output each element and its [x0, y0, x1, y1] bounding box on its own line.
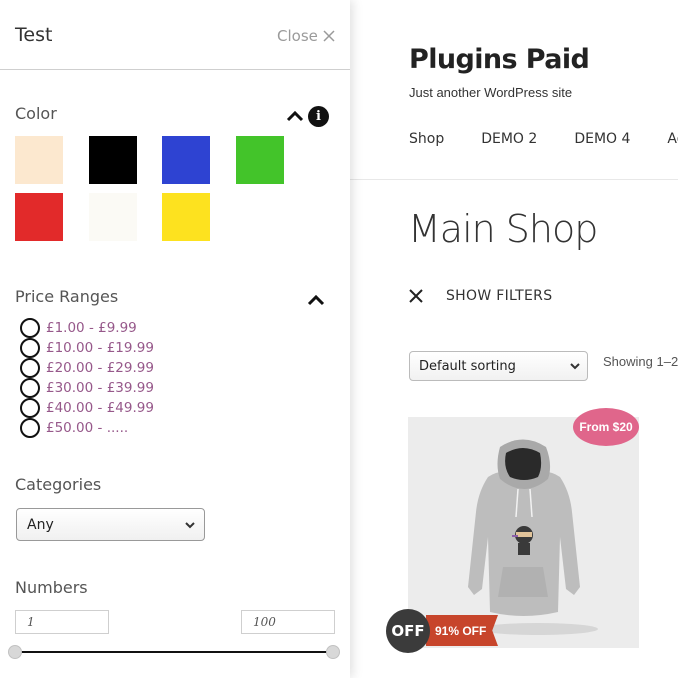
price-range-label[interactable]: £50.00 - ..... [46, 420, 128, 436]
price-range-label[interactable]: £10.00 - £19.99 [46, 340, 154, 356]
nav-item-additional[interactable]: Adic [667, 131, 678, 147]
filter-panel: Test Close Color i Price Ranges £1.00 - … [0, 0, 350, 678]
price-range-option[interactable]: £50.00 - ..... [20, 418, 154, 438]
price-range-label[interactable]: £20.00 - £29.99 [46, 360, 154, 376]
result-count: Showing 1–2 [603, 354, 678, 369]
info-icon[interactable]: i [308, 106, 329, 127]
color-swatch-cream[interactable] [15, 136, 63, 184]
color-swatch-white[interactable] [89, 193, 137, 241]
site-title[interactable]: Plugins Paid [409, 44, 590, 75]
categories-select[interactable]: Any [16, 508, 205, 541]
radio-button[interactable] [20, 398, 40, 418]
panel-header: Test Close [0, 0, 350, 70]
range-slider-min-handle[interactable] [8, 645, 22, 659]
color-swatch-yellow[interactable] [162, 193, 210, 241]
price-badge: From $20 [573, 408, 639, 446]
show-filters-label: SHOW FILTERS [446, 288, 553, 304]
price-range-label[interactable]: £40.00 - £49.99 [46, 400, 154, 416]
radio-button[interactable] [20, 418, 40, 438]
price-range-option[interactable]: £20.00 - £29.99 [20, 358, 154, 378]
numbers-min-input[interactable]: 1 [15, 610, 109, 634]
close-icon [409, 289, 423, 303]
categories-label: Categories [15, 475, 102, 494]
site-tagline: Just another WordPress site [409, 85, 573, 100]
sorting-value: Default sorting [419, 358, 516, 374]
range-slider-track[interactable] [15, 651, 334, 653]
price-range-option[interactable]: £40.00 - £49.99 [20, 398, 154, 418]
radio-button[interactable] [20, 358, 40, 378]
color-label: Color [15, 104, 57, 123]
hoodie-image [468, 439, 598, 635]
numbers-max-input[interactable]: 100 [241, 610, 335, 634]
product-image[interactable] [408, 417, 639, 648]
color-swatch-blue[interactable] [162, 136, 210, 184]
off-badge: OFF [386, 609, 430, 653]
nav-item-demo-4[interactable]: DEMO 4 [574, 131, 630, 147]
header-divider [350, 179, 678, 180]
range-slider-max-handle[interactable] [326, 645, 340, 659]
radio-button[interactable] [20, 318, 40, 338]
numbers-label: Numbers [15, 578, 88, 597]
price-range-option[interactable]: £30.00 - £39.99 [20, 378, 154, 398]
main-nav: Shop DEMO 2 DEMO 4 Adic [409, 131, 678, 147]
close-label: Close [277, 27, 318, 45]
color-swatch-green[interactable] [236, 136, 284, 184]
page-title: Main Shop [408, 207, 598, 251]
chevron-down-icon [185, 522, 195, 529]
price-range-label[interactable]: £30.00 - £39.99 [46, 380, 154, 396]
price-range-option[interactable]: £10.00 - £19.99 [20, 338, 154, 358]
panel-title: Test [15, 24, 53, 46]
discount-ribbon: 91% OFF [426, 615, 498, 646]
show-filters-button[interactable]: SHOW FILTERS [408, 286, 552, 306]
price-range-label[interactable]: £1.00 - £9.99 [46, 320, 137, 336]
categories-value: Any [27, 516, 54, 533]
nav-item-demo-2[interactable]: DEMO 2 [481, 131, 537, 147]
price-ranges-label: Price Ranges [15, 287, 119, 306]
radio-button[interactable] [20, 338, 40, 358]
chevron-up-icon[interactable] [286, 110, 304, 122]
nav-item-shop[interactable]: Shop [409, 131, 444, 147]
close-button[interactable]: Close [277, 27, 335, 45]
price-range-list: £1.00 - £9.99 £10.00 - £19.99 £20.00 - £… [20, 318, 154, 438]
sorting-select[interactable]: Default sorting [409, 351, 588, 381]
color-swatch-black[interactable] [89, 136, 137, 184]
shop-page: Plugins Paid Just another WordPress site… [350, 0, 678, 678]
close-icon [323, 30, 335, 42]
chevron-up-icon[interactable] [307, 294, 325, 306]
color-swatch-red[interactable] [15, 193, 63, 241]
radio-button[interactable] [20, 378, 40, 398]
price-range-option[interactable]: £1.00 - £9.99 [20, 318, 154, 338]
chevron-down-icon [570, 363, 580, 370]
